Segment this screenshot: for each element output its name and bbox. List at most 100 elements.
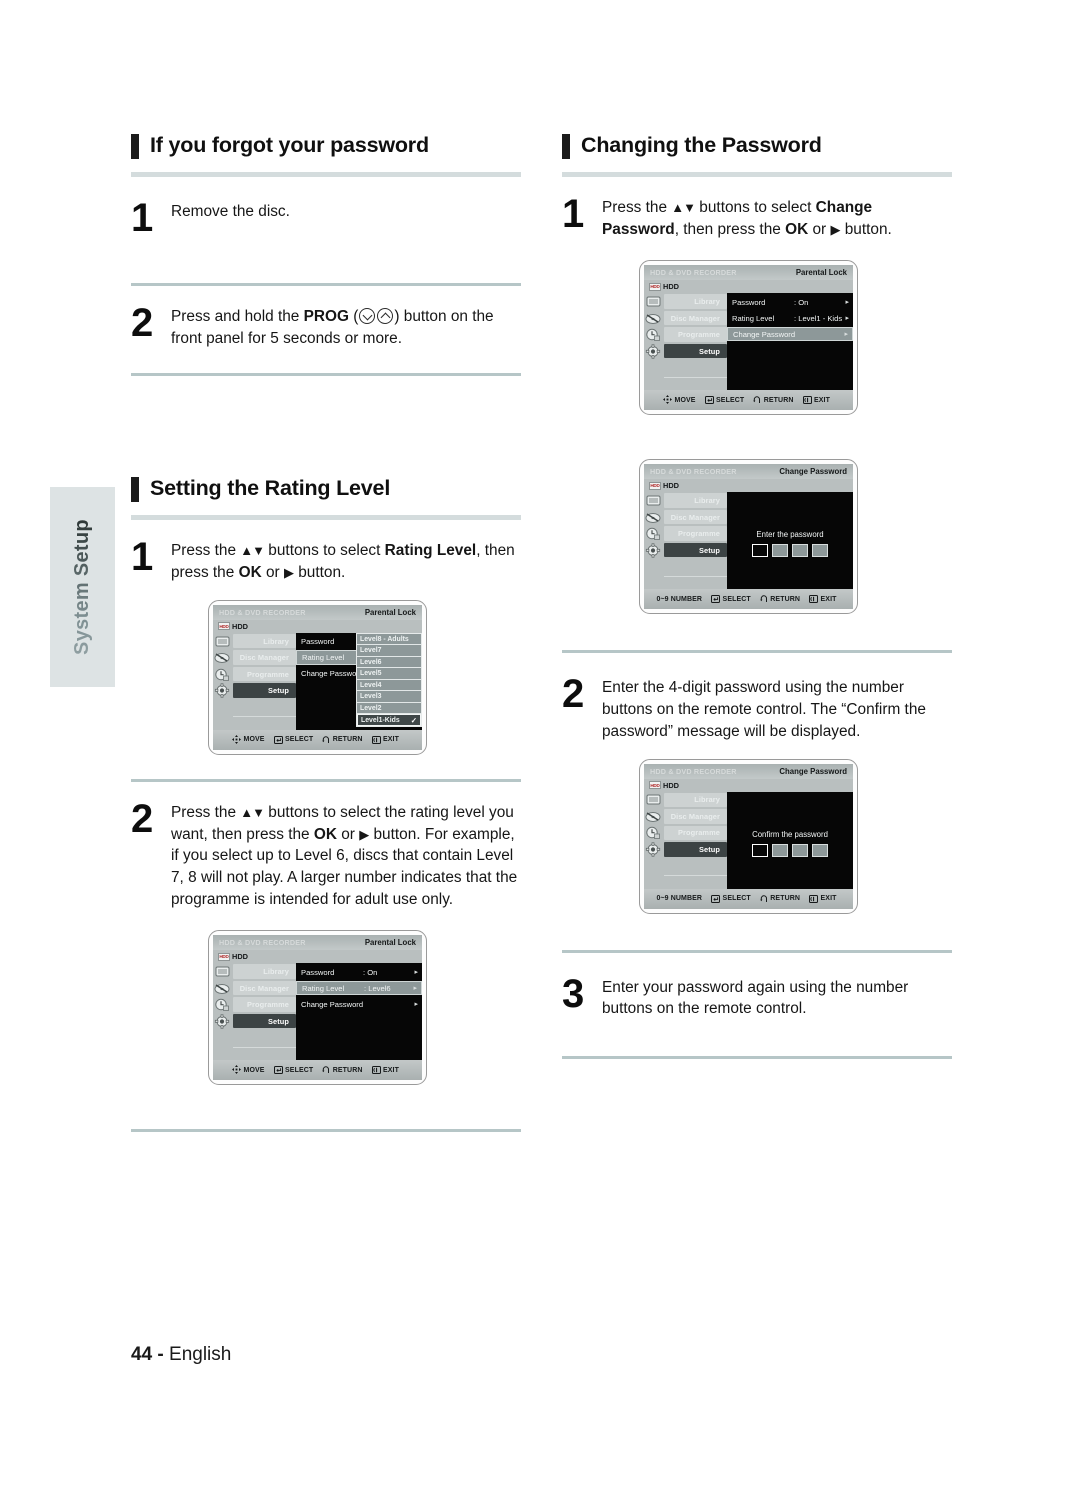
osd-rail-item-programme[interactable]: Programme: [644, 825, 727, 841]
osd-rail-item-programme[interactable]: Programme: [213, 666, 296, 682]
osd-option-value: : On: [363, 967, 378, 977]
osd-option-row-selected[interactable]: Rating Level : Level6 ▸: [296, 980, 422, 996]
password-digit-boxes[interactable]: [752, 544, 828, 558]
osd-rail-label: Setup: [267, 686, 289, 696]
osd-dropdown-item[interactable]: Level4: [357, 680, 421, 692]
step-number: 2: [562, 672, 585, 717]
osd-source-row: HDD HDD: [213, 950, 422, 963]
osd-rail-item-library[interactable]: Library: [644, 493, 727, 508]
osd-rail-item-disc-manager[interactable]: Disc Manager: [644, 310, 727, 326]
password-digit-box[interactable]: [772, 544, 788, 558]
step-item: 1 Press the ▲▼ buttons to select Change …: [562, 193, 952, 240]
hdd-badge-icon: HDD: [649, 481, 661, 490]
osd-rating-dropdown[interactable]: Level8 - Adults Level7 Level6 Level5 Lev…: [356, 632, 422, 727]
osd-rail-item-library[interactable]: Library: [213, 964, 296, 979]
osd-rail-item-setup[interactable]: Setup: [644, 343, 727, 359]
osd-rail-item-disc-manager[interactable]: Disc Manager: [213, 650, 296, 665]
osd-dropdown-label: Level4: [360, 681, 382, 689]
osd-rail-item-disc-manager[interactable]: Disc Manager: [644, 509, 727, 525]
osd-option-row[interactable]: Password : On ▸: [296, 965, 422, 980]
step-text-part: Press and hold the: [171, 308, 304, 325]
password-digit-box[interactable]: [792, 843, 808, 857]
osd-dropdown-item[interactable]: Level8 - Adults: [357, 634, 421, 646]
osd-inner: HDD & DVD RECORDER Parental Lock HDD HDD: [213, 604, 422, 750]
osd-hint-label: EXIT: [820, 595, 837, 603]
osd-rail-label: Library: [694, 496, 720, 506]
four-way-arrow-icon: [663, 391, 673, 409]
osd-option-row-selected[interactable]: Change Password ▸: [727, 326, 853, 342]
library-tape-icon: [213, 634, 233, 649]
setup-gear-icon: [213, 683, 233, 698]
osd-rail-item-disc-manager[interactable]: Disc Manager: [644, 809, 727, 824]
osd-dropdown-item[interactable]: Level6: [357, 657, 421, 669]
osd-rail-item-setup[interactable]: Setup: [213, 1013, 296, 1029]
osd-option-row[interactable]: Rating Level : Level1 - Kids ▸: [727, 311, 853, 326]
osd-rail-item-setup[interactable]: Setup: [213, 683, 296, 698]
osd-rail-item-setup[interactable]: Setup: [644, 842, 727, 857]
password-digit-box[interactable]: [772, 843, 788, 857]
programme-clock-icon: [213, 997, 233, 1012]
step-text-part: , then press the: [674, 220, 786, 238]
step-number: 2: [131, 796, 154, 841]
chevron-right-icon: ▸: [413, 985, 417, 993]
osd-hint-exit: EXIT: [371, 1061, 399, 1079]
step-text-bold: OK: [785, 220, 809, 238]
osd-brand-label: HDD & DVD RECORDER: [650, 766, 737, 776]
osd-rail-label: Setup: [698, 346, 720, 356]
osd-rail-item-library[interactable]: Library: [644, 792, 727, 808]
osd-rail-label: Disc Manager: [670, 512, 720, 522]
osd-hint-label: RETURN: [763, 396, 794, 404]
password-digit-box-active[interactable]: [752, 544, 768, 558]
osd-hint-move: MOVE: [232, 1061, 265, 1079]
osd-rail-label: Programme: [678, 828, 720, 838]
osd-body: Library Disc Manager Programme: [644, 791, 853, 897]
osd-hint-label: EXIT: [814, 396, 830, 404]
enter-key-icon: [273, 731, 283, 749]
password-digit-box[interactable]: [812, 843, 828, 857]
osd-rail-item-library[interactable]: Library: [644, 294, 727, 309]
password-digit-box[interactable]: [792, 544, 808, 558]
osd-dropdown-item[interactable]: Level3: [357, 691, 421, 703]
osd-source-row: HDD HDD: [644, 479, 853, 492]
triangle-right-icon: ▶: [283, 565, 294, 581]
osd-rail-label: Library: [263, 636, 289, 646]
step-item: 2 Press and hold the PROG () button on t…: [131, 302, 521, 349]
osd-hint-bar: 0~9 NUMBER SELECT RETURN EXIT: [644, 589, 853, 610]
osd-title-bar: HDD & DVD RECORDER Change Password: [644, 763, 853, 779]
osd-hint-exit: EXIT: [802, 391, 830, 409]
password-digit-box-active[interactable]: [752, 843, 768, 857]
osd-content-pane: Password : On ▸ Rating Level : Level6 ▸ …: [296, 963, 422, 1069]
chevron-up-circle-icon: [377, 308, 394, 324]
osd-option-row[interactable]: Change Password ▸: [296, 997, 422, 1012]
osd-hint-move: MOVE: [663, 391, 696, 409]
footer-language: English: [169, 1344, 232, 1365]
enter-key-icon: [711, 590, 721, 608]
osd-rail-item-disc-manager[interactable]: Disc Manager: [213, 980, 296, 996]
osd-rail-item-programme[interactable]: Programme: [644, 327, 727, 342]
osd-dropdown-item[interactable]: Level2: [357, 703, 421, 715]
return-arrow-icon: [759, 590, 768, 608]
step-text-part: Press the: [602, 199, 672, 216]
osd-rail-item-setup[interactable]: Setup: [644, 542, 727, 558]
chevron-down-circle-icon: [359, 308, 376, 324]
osd-dropdown-item[interactable]: Level5: [357, 668, 421, 680]
right-column: Changing the Password 1 Press the ▲▼ but…: [562, 133, 952, 1060]
osd-hint-bar: MOVE SELECT RETURN EXIT: [213, 729, 422, 750]
osd-rail-item-library[interactable]: Library: [213, 633, 296, 649]
osd-option-row[interactable]: Password : On ▸: [727, 295, 853, 310]
setup-gear-icon: [644, 344, 664, 359]
osd-dropdown-item[interactable]: Level7: [357, 645, 421, 657]
setup-gear-icon: [644, 543, 664, 558]
osd-rail-item-programme[interactable]: Programme: [213, 997, 296, 1012]
password-digit-boxes[interactable]: [752, 843, 828, 857]
osd-screenshot-parental-lock: HDD & DVD RECORDER Parental Lock HDD HDD…: [639, 260, 858, 416]
osd-hint-label: 0~9 NUMBER: [656, 595, 703, 603]
osd-screen-title: Change Password: [779, 467, 847, 477]
osd-body: Library Disc Manager Programme Setup Pas…: [213, 632, 422, 738]
osd-hint-select: SELECT: [273, 731, 314, 749]
osd-hint-return: RETURN: [759, 590, 800, 608]
osd-rail-item-programme[interactable]: Programme: [644, 526, 727, 541]
osd-dropdown-item-checked[interactable]: Level1-Kids ✓: [357, 714, 421, 726]
password-digit-box[interactable]: [812, 544, 828, 558]
chevron-right-icon: ▸: [845, 299, 849, 307]
